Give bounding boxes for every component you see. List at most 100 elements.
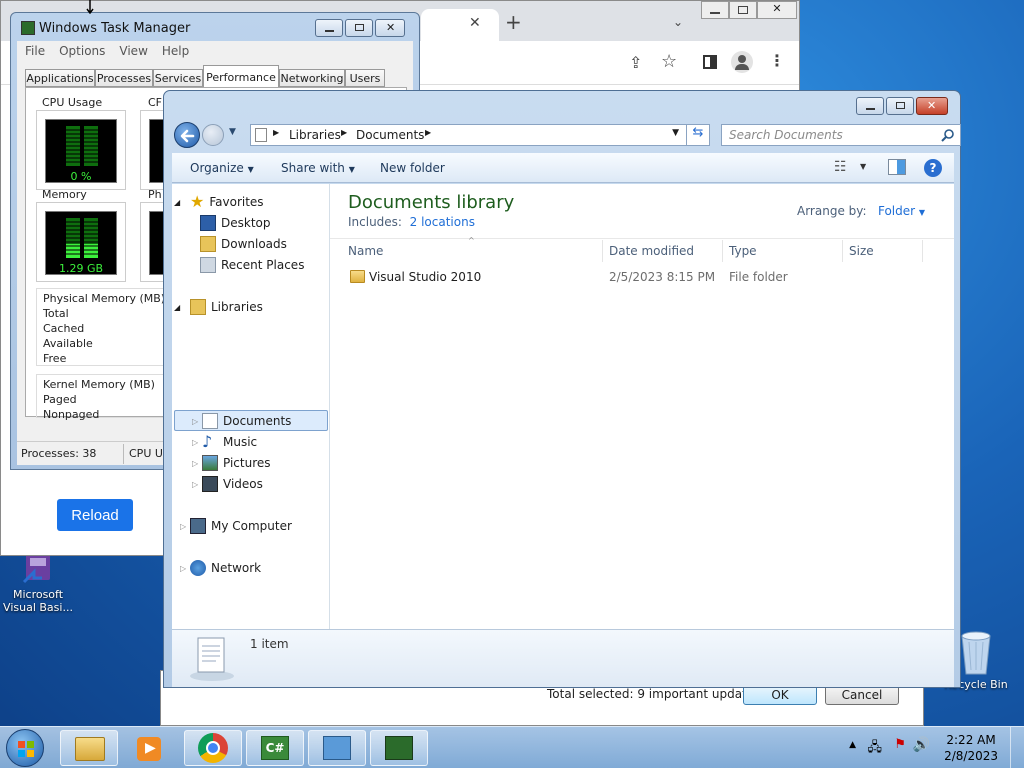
nav-my-computer[interactable]: My Computer xyxy=(190,518,292,534)
side-panel-icon[interactable] xyxy=(703,55,717,69)
back-button[interactable] xyxy=(174,122,200,148)
browser-tab[interactable]: ✕ xyxy=(421,9,499,41)
search-input[interactable]: Search Documents xyxy=(729,128,843,142)
updates-status-text: Total selected: 9 important updates xyxy=(547,687,761,701)
nav-pictures[interactable]: Pictures xyxy=(202,455,271,471)
arrange-by-value: Folder xyxy=(877,204,916,218)
expand-arrow-icon[interactable]: ▷ xyxy=(192,480,198,489)
tab-search-chevron-icon[interactable]: ⌄ xyxy=(673,15,683,29)
taskbar-media-player[interactable]: ▶ xyxy=(120,730,178,766)
breadcrumb-documents[interactable]: Documents xyxy=(356,128,424,142)
recent-pages-chevron-icon[interactable]: ▼ xyxy=(229,127,236,137)
cancel-button[interactable]: Cancel xyxy=(825,685,899,705)
address-history-chevron-icon[interactable]: ▼ xyxy=(672,128,679,138)
breadcrumb-chevron-icon[interactable]: ▶ xyxy=(273,128,279,137)
view-options-icon[interactable]: ☷ xyxy=(834,159,847,175)
nav-recent-places[interactable]: Recent Places xyxy=(200,257,304,273)
close-tab-icon[interactable]: ✕ xyxy=(469,15,481,31)
tab-performance[interactable]: Performance xyxy=(203,65,279,88)
start-button[interactable] xyxy=(6,729,44,767)
nav-downloads[interactable]: Downloads xyxy=(200,236,287,252)
expand-arrow-icon[interactable]: ▷ xyxy=(192,459,198,468)
profile-avatar-icon[interactable] xyxy=(731,51,753,73)
maximize-button[interactable] xyxy=(886,97,914,115)
desktop-icon-visual-basic[interactable]: Microsoft Visual Basi... xyxy=(2,552,74,614)
maximize-button[interactable] xyxy=(729,1,757,19)
minimize-button[interactable] xyxy=(701,1,729,19)
column-header-name[interactable]: Name xyxy=(348,244,383,258)
file-row[interactable]: Visual Studio 2010 2/5/2023 8:15 PM File… xyxy=(344,268,944,288)
tab-applications[interactable]: Applications xyxy=(25,69,95,87)
volume-icon[interactable]: 🔊 xyxy=(913,737,930,753)
cpu-usage-meter: 0 % xyxy=(36,110,126,190)
new-folder-button[interactable]: New folder xyxy=(380,161,445,175)
ok-button[interactable]: OK xyxy=(743,685,817,705)
address-bar[interactable]: ▶ Libraries ▶ Documents ▶ ▼ xyxy=(250,124,688,146)
action-center-icon[interactable]: ⚑ xyxy=(894,737,906,752)
nav-desktop[interactable]: Desktop xyxy=(200,215,271,231)
search-box[interactable]: Search Documents xyxy=(721,124,961,146)
command-bar: Organize ▼ Share with ▼ New folder ☷ ▼ ? xyxy=(172,153,954,183)
network-status-icon[interactable]: 🖧 xyxy=(868,738,883,760)
minimize-button[interactable] xyxy=(856,97,884,115)
search-icon[interactable] xyxy=(941,128,955,142)
close-button[interactable]: ✕ xyxy=(916,97,948,115)
tab-services[interactable]: Services xyxy=(153,69,203,87)
menu-file[interactable]: File xyxy=(25,44,45,58)
window-controls: ✕ xyxy=(315,19,405,37)
share-with-button[interactable]: Share with ▼ xyxy=(281,161,355,175)
preview-pane-icon[interactable] xyxy=(888,159,906,175)
nav-videos[interactable]: Videos xyxy=(202,476,263,492)
nav-libraries[interactable]: Libraries xyxy=(190,299,263,315)
show-desktop-button[interactable] xyxy=(1010,727,1024,768)
tab-users[interactable]: Users xyxy=(345,69,385,87)
maximize-button[interactable] xyxy=(345,19,373,37)
tab-processes[interactable]: Processes xyxy=(95,69,153,87)
collapse-arrow-icon[interactable]: ◢ xyxy=(174,198,180,207)
clock[interactable]: 2:22 AM 2/8/2023 xyxy=(944,732,998,764)
expand-arrow-icon[interactable]: ▷ xyxy=(192,417,198,426)
expand-arrow-icon[interactable]: ▷ xyxy=(180,522,186,531)
breadcrumb-libraries[interactable]: Libraries xyxy=(289,128,341,142)
taskbar-task-manager[interactable] xyxy=(370,730,428,766)
taskbar-explorer[interactable] xyxy=(60,730,118,766)
share-icon[interactable]: ⇪ xyxy=(629,53,642,72)
menu-help[interactable]: Help xyxy=(162,44,189,58)
taskbar-chrome[interactable] xyxy=(184,730,242,766)
physical-memory-group: Physical Memory (MB) Total Cached Availa… xyxy=(36,288,176,366)
help-icon[interactable]: ? xyxy=(924,159,942,177)
reload-button[interactable]: Reload xyxy=(57,499,133,531)
organize-button[interactable]: Organize ▼ xyxy=(190,161,254,175)
refresh-button[interactable]: ⇆ xyxy=(686,124,710,146)
column-header-size[interactable]: Size xyxy=(849,244,874,258)
close-button[interactable]: ✕ xyxy=(375,19,405,37)
bookmark-star-icon[interactable]: ☆ xyxy=(661,51,677,72)
expand-arrow-icon[interactable]: ▷ xyxy=(192,438,198,447)
breadcrumb-chevron-icon[interactable]: ▶ xyxy=(425,128,431,137)
column-header-date-modified[interactable]: Date modified xyxy=(609,244,694,258)
forward-button[interactable] xyxy=(202,124,224,146)
show-hidden-icons-icon[interactable]: ▲ xyxy=(849,740,856,750)
menu-options[interactable]: Options xyxy=(59,44,105,58)
status-processes: Processes: 38 xyxy=(21,447,97,460)
taskbar-control-panel[interactable] xyxy=(308,730,366,766)
minimize-button[interactable] xyxy=(315,19,343,37)
new-tab-icon[interactable]: + xyxy=(505,12,522,32)
view-options-chevron-icon[interactable]: ▼ xyxy=(860,162,866,171)
nav-favorites[interactable]: ★ Favorites xyxy=(190,194,264,210)
tab-networking[interactable]: Networking xyxy=(279,69,345,87)
nav-music[interactable]: ♪ Music xyxy=(202,434,257,450)
menu-kebab-icon[interactable]: ⋮ xyxy=(769,51,785,70)
includes-locations-link[interactable]: 2 locations xyxy=(410,215,475,229)
task-manager-app-icon xyxy=(21,21,35,35)
nav-network[interactable]: Network xyxy=(190,560,261,576)
arrange-by-dropdown[interactable]: Folder ▼ xyxy=(878,204,925,218)
expand-arrow-icon[interactable]: ▷ xyxy=(180,564,186,573)
taskbar-visual-csharp[interactable]: C# xyxy=(246,730,304,766)
menu-view[interactable]: View xyxy=(119,44,147,58)
nav-documents[interactable]: Documents xyxy=(202,413,291,429)
collapse-arrow-icon[interactable]: ◢ xyxy=(174,303,180,312)
close-button[interactable]: ✕ xyxy=(757,1,797,19)
breadcrumb-chevron-icon[interactable]: ▶ xyxy=(341,128,347,137)
column-header-type[interactable]: Type xyxy=(729,244,757,258)
